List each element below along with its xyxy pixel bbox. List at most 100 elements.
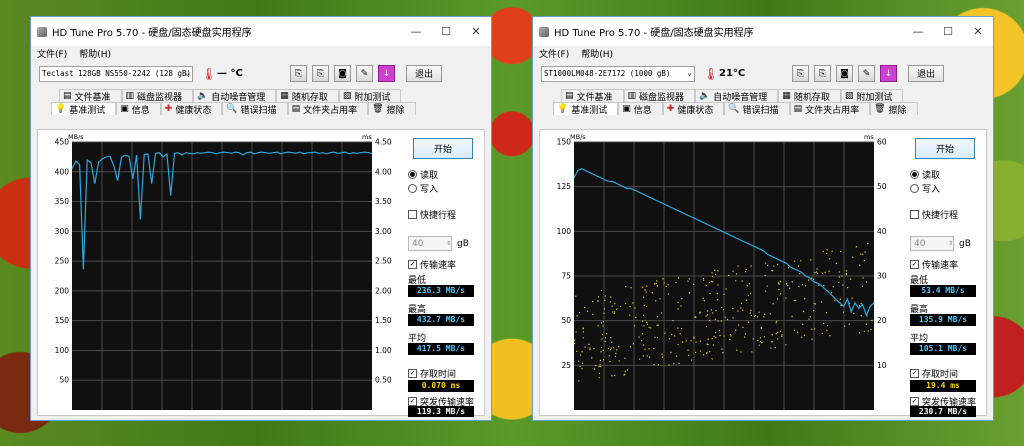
drive-select[interactable]: Teclast 128GB NS550-2242 (128 gB) ⌄ xyxy=(39,65,193,82)
exit-button[interactable]: 退出 xyxy=(908,65,944,82)
start-button[interactable]: 开始 xyxy=(915,138,975,159)
close-icon[interactable]: ✕ xyxy=(461,25,491,38)
access-time-point xyxy=(720,320,722,322)
short-stroke-checkbox[interactable] xyxy=(408,210,417,219)
access-time-point xyxy=(664,332,666,334)
copy-all-icon[interactable]: ⎘ xyxy=(312,65,329,82)
tab-health[interactable]: ✚ 健康状态 xyxy=(160,102,223,116)
close-icon[interactable]: ✕ xyxy=(963,25,993,38)
tab-benchmark[interactable]: 💡 基准测试 xyxy=(553,102,619,116)
short-stroke-option[interactable]: 快捷行程 xyxy=(910,208,958,221)
write-option[interactable]: 写入 xyxy=(910,182,940,195)
access-time-point xyxy=(624,373,626,376)
spinner-arrows-icon[interactable]: ⇕ xyxy=(948,240,953,247)
spinner-arrows-icon[interactable]: ⇕ xyxy=(446,240,451,247)
access-time-option[interactable]: ✓ 存取时间 xyxy=(910,367,958,380)
benchmark-side-panel: 开始 读取 写入 快捷行程 40 ⇕ gB ✓ 传输速率 最低 236.3 MB/s… xyxy=(402,130,484,417)
tab-aam[interactable]: 🔈 自动噪音管理 xyxy=(695,89,779,103)
tab-extra-tests[interactable]: ▧ 附加测试 xyxy=(840,89,904,103)
tab-file-benchmark[interactable]: ▤ 文件基准 xyxy=(59,89,122,103)
tab-disk-monitor[interactable]: ▥ 磁盘监视器 xyxy=(623,89,696,103)
tab-disk-monitor[interactable]: ▥ 磁盘监视器 xyxy=(121,89,194,103)
tab-random-access[interactable]: ▦ 随机存取 xyxy=(778,89,841,103)
tab-error-scan[interactable]: 🔍 错误扫描 xyxy=(724,102,790,116)
save-icon[interactable]: ↓ xyxy=(880,65,897,82)
tab-folder-usage[interactable]: ▤ 文件夹占用率 xyxy=(789,102,871,116)
read-option[interactable]: 读取 xyxy=(408,168,438,181)
options-icon[interactable]: ✎ xyxy=(356,65,373,82)
y2-tick-label: 10 xyxy=(877,361,887,370)
tab-random-access[interactable]: ▦ 随机存取 xyxy=(276,89,339,103)
access-time-point xyxy=(804,298,806,300)
minimize-icon[interactable]: — xyxy=(903,25,933,38)
read-radio[interactable] xyxy=(408,170,417,179)
access-time-point xyxy=(629,346,632,348)
access-time-point xyxy=(808,279,810,281)
copy-info-icon[interactable]: ⎘ xyxy=(290,65,307,82)
y2-tick-label: 0.50 xyxy=(375,376,392,385)
access-time-point xyxy=(751,351,753,353)
transfer-rate-option[interactable]: ✓ 传输速率 xyxy=(408,258,456,271)
tab-aam[interactable]: 🔈 自动噪音管理 xyxy=(193,89,277,103)
short-stroke-checkbox[interactable] xyxy=(910,210,919,219)
menu-help[interactable]: 帮助(H) xyxy=(79,47,111,60)
access-time-point xyxy=(604,299,606,301)
transfer-rate-checkbox[interactable]: ✓ xyxy=(910,260,919,269)
transfer-rate-option[interactable]: ✓ 传输速率 xyxy=(910,258,958,271)
short-stroke-unit: gB xyxy=(959,239,971,249)
tab-folder-usage[interactable]: ▤ 文件夹占用率 xyxy=(287,102,369,116)
camera-icon[interactable]: ◙ xyxy=(836,65,853,82)
tab-error-scan[interactable]: 🔍 错误扫描 xyxy=(222,102,288,116)
tab-extra-tests[interactable]: ▧ 附加测试 xyxy=(338,89,402,103)
tab-erase[interactable]: 🗑 擦除 xyxy=(870,102,918,116)
y-tick-label: 150 xyxy=(55,316,70,325)
access-time-point xyxy=(610,347,612,349)
tab-label: 随机存取 xyxy=(793,92,830,103)
short-stroke-option[interactable]: 快捷行程 xyxy=(408,208,456,221)
write-option[interactable]: 写入 xyxy=(408,182,438,195)
access-time-point xyxy=(632,302,634,304)
tab-benchmark[interactable]: 💡 基准测试 xyxy=(51,102,117,116)
save-icon[interactable]: ↓ xyxy=(378,65,395,82)
menu-help[interactable]: 帮助(H) xyxy=(581,47,613,60)
tab-erase[interactable]: 🗑 擦除 xyxy=(368,102,416,116)
access-time-checkbox[interactable]: ✓ xyxy=(910,369,919,378)
read-option[interactable]: 读取 xyxy=(910,168,940,181)
tab-health[interactable]: ✚ 健康状态 xyxy=(662,102,725,116)
access-time-point xyxy=(743,336,746,338)
camera-icon[interactable]: ◙ xyxy=(334,65,351,82)
disk-monitor-icon: ▥ xyxy=(627,91,637,101)
burst-rate-checkbox[interactable]: ✓ xyxy=(910,397,919,406)
copy-info-icon[interactable]: ⎘ xyxy=(792,65,809,82)
access-time-point xyxy=(648,356,651,358)
access-time-checkbox[interactable]: ✓ xyxy=(408,369,417,378)
maximize-icon[interactable]: ☐ xyxy=(431,25,461,38)
read-radio[interactable] xyxy=(910,170,919,179)
short-stroke-spinner[interactable]: 40 ⇕ xyxy=(408,236,452,251)
access-time-point xyxy=(805,285,807,287)
write-radio[interactable] xyxy=(910,184,919,193)
access-time-option[interactable]: ✓ 存取时间 xyxy=(408,367,456,380)
access-time-point xyxy=(712,344,715,346)
menu-file[interactable]: 文件(F) xyxy=(539,47,569,60)
access-time-point xyxy=(735,273,738,275)
tab-info[interactable]: ▣ 信息 xyxy=(618,102,663,116)
transfer-rate-checkbox[interactable]: ✓ xyxy=(408,260,417,269)
maximize-icon[interactable]: ☐ xyxy=(933,25,963,38)
write-radio[interactable] xyxy=(408,184,417,193)
exit-button[interactable]: 退出 xyxy=(406,65,442,82)
options-icon[interactable]: ✎ xyxy=(858,65,875,82)
start-button[interactable]: 开始 xyxy=(413,138,473,159)
short-stroke-spinner[interactable]: 40 ⇕ xyxy=(910,236,954,251)
drive-select[interactable]: ST1000LM048-2E7172 (1000 gB) ⌄ xyxy=(541,65,695,82)
tab-file-benchmark[interactable]: ▤ 文件基准 xyxy=(561,89,624,103)
access-time-point xyxy=(717,270,719,272)
minimize-icon[interactable]: — xyxy=(401,25,431,38)
y-tick-label: 450 xyxy=(55,138,70,147)
access-time-point xyxy=(860,302,862,305)
tab-info[interactable]: ▣ 信息 xyxy=(116,102,161,116)
burst-rate-checkbox[interactable]: ✓ xyxy=(408,397,417,406)
menu-file[interactable]: 文件(F) xyxy=(37,47,67,60)
copy-all-icon[interactable]: ⎘ xyxy=(814,65,831,82)
access-time-point xyxy=(808,318,810,320)
